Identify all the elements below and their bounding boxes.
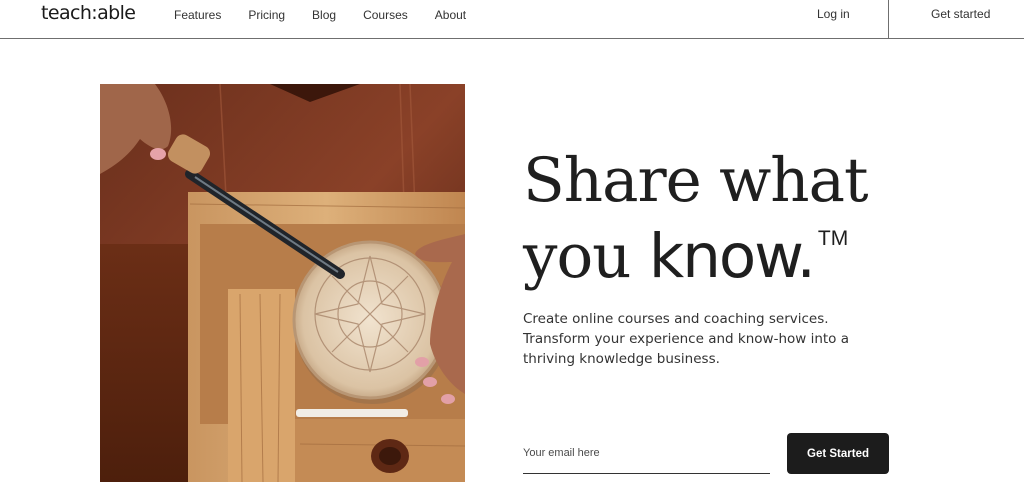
email-input[interactable]	[523, 436, 770, 470]
nav-link-features[interactable]: Features	[174, 8, 221, 22]
nav-link-about[interactable]: About	[435, 8, 466, 22]
nav-link-pricing[interactable]: Pricing	[248, 8, 285, 22]
email-field-wrapper	[523, 436, 770, 474]
teachable-logo[interactable]: teach:able	[41, 2, 136, 24]
headline-line-2-prefix: you	[523, 221, 649, 292]
site-header: teach:able Features Pricing Blog Courses…	[0, 0, 1024, 39]
get-started-button[interactable]: Get Started	[787, 433, 889, 474]
hero-headline: Share what you know. TM	[523, 143, 868, 295]
nav-link-blog[interactable]: Blog	[312, 8, 336, 22]
nav-link-courses[interactable]: Courses	[363, 8, 408, 22]
hero-subtext: Create online courses and coaching servi…	[523, 311, 850, 367]
trademark-mark: TM	[817, 227, 849, 250]
hero-image-wood-carving	[100, 84, 465, 482]
main-nav: Features Pricing Blog Courses About	[174, 8, 466, 22]
header-divider	[888, 0, 889, 39]
headline-line-1: Share what	[523, 145, 868, 216]
login-link[interactable]: Log in	[817, 7, 850, 21]
get-started-nav-button[interactable]: Get started	[931, 7, 990, 21]
headline-emphasis: know.	[648, 221, 816, 292]
